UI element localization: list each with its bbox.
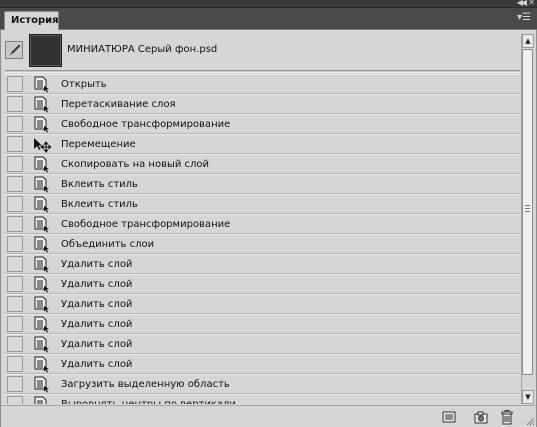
grip-line xyxy=(525,208,530,209)
history-source-checkbox[interactable] xyxy=(7,156,23,172)
history-state-row[interactable]: Загрузить выделенную область xyxy=(5,374,520,394)
scroll-down-button[interactable]: ▼ xyxy=(522,390,534,404)
history-source-checkbox[interactable] xyxy=(7,376,23,392)
history-source-checkbox[interactable] xyxy=(7,256,23,272)
history-state-icon xyxy=(33,396,51,404)
history-source-checkbox[interactable] xyxy=(7,236,23,252)
history-state-icon xyxy=(33,216,51,233)
history-state-icon xyxy=(33,236,51,253)
scrollbar[interactable]: ▲ ▼ xyxy=(521,34,534,404)
scroll-up-button[interactable]: ▲ xyxy=(522,34,534,48)
history-state-label: Свободное трансформирование xyxy=(61,119,231,130)
history-state-label: Удалить слой xyxy=(61,359,133,370)
history-state-row[interactable]: Свободное трансформирование xyxy=(5,214,520,234)
history-state-label: Удалить слой xyxy=(61,299,133,310)
history-state-list: Открыть Перетаскивание слоя Свободное тран… xyxy=(5,74,520,404)
history-source-checkbox[interactable] xyxy=(7,296,23,312)
new-snapshot-button[interactable] xyxy=(473,409,489,425)
history-source-checkbox[interactable] xyxy=(7,96,23,112)
grip-line xyxy=(525,211,530,212)
history-source-checkbox[interactable] xyxy=(7,196,23,212)
history-state-row[interactable]: Удалить слой xyxy=(5,294,520,314)
history-state-icon xyxy=(33,196,51,213)
resize-grip-icon[interactable] xyxy=(525,416,535,426)
history-state-label: Перемещение xyxy=(61,139,136,150)
history-state-icon xyxy=(33,336,51,353)
history-source-checkbox[interactable] xyxy=(7,396,23,404)
snapshot-name: МИНИАТЮРА Серый фон.psd xyxy=(67,44,218,55)
snapshot-row[interactable]: МИНИАТЮРА Серый фон.psd xyxy=(5,33,520,67)
history-state-label: Загрузить выделенную область xyxy=(61,379,230,390)
history-state-label: Скопировать на новый слой xyxy=(61,159,210,170)
delete-state-button[interactable] xyxy=(499,409,515,425)
history-state-row[interactable]: Удалить слой xyxy=(5,314,520,334)
move-tool-icon xyxy=(33,136,52,153)
history-state-icon xyxy=(33,296,51,313)
history-state-icon xyxy=(33,256,51,273)
history-panel: МИНИАТЮРА Серый фон.psd Открыть Перетаски… xyxy=(0,30,537,427)
history-state-icon xyxy=(33,116,51,133)
panel-tab-strip: История ▾☰ xyxy=(0,8,537,31)
history-source-checkbox[interactable] xyxy=(7,276,23,292)
panel-footer xyxy=(1,405,536,427)
snapshot-thumbnail[interactable] xyxy=(29,34,62,67)
history-state-label: Выровнять центры по вертикали xyxy=(61,399,236,404)
history-state-icon xyxy=(33,316,51,333)
history-source-checkbox[interactable] xyxy=(7,216,23,232)
history-source-checkbox[interactable] xyxy=(7,76,23,92)
history-state-label: Удалить слой xyxy=(61,259,133,270)
snapshot-separator xyxy=(5,70,520,73)
history-source-checkbox[interactable] xyxy=(7,316,23,332)
scroll-thumb[interactable] xyxy=(522,49,533,375)
history-state-icon xyxy=(33,156,51,173)
grip-line xyxy=(525,205,530,206)
history-source-checkbox[interactable] xyxy=(7,136,23,152)
trash-icon xyxy=(501,410,513,425)
history-state-row[interactable]: Удалить слой xyxy=(5,254,520,274)
history-state-icon xyxy=(33,96,51,113)
history-state-label: Вклеить стиль xyxy=(61,179,138,190)
history-state-row[interactable]: Удалить слой xyxy=(5,354,520,374)
history-state-label: Вклеить стиль xyxy=(61,199,138,210)
history-state-row[interactable]: Вклеить стиль xyxy=(5,194,520,214)
close-icon[interactable]: ✕ xyxy=(528,0,535,8)
collapse-icon[interactable]: ◀◀ xyxy=(517,0,527,8)
history-state-row[interactable]: Вклеить стиль xyxy=(5,174,520,194)
history-state-icon xyxy=(33,176,51,193)
camera-icon xyxy=(474,411,488,424)
history-state-row[interactable]: Удалить слой xyxy=(5,274,520,294)
history-state-label: Открыть xyxy=(61,79,107,90)
history-state-icon xyxy=(33,76,51,93)
history-source-checkbox[interactable] xyxy=(7,336,23,352)
history-state-icon xyxy=(33,276,51,293)
history-state-label: Объединить слои xyxy=(61,239,155,250)
brush-icon[interactable] xyxy=(5,41,23,59)
history-state-row[interactable]: Удалить слой xyxy=(5,334,520,354)
history-source-checkbox[interactable] xyxy=(7,356,23,372)
history-source-checkbox[interactable] xyxy=(7,176,23,192)
history-state-icon xyxy=(33,356,51,373)
history-state-icon xyxy=(33,376,51,393)
history-state-row[interactable]: Перемещение xyxy=(5,134,520,154)
history-state-row[interactable]: Скопировать на новый слой xyxy=(5,154,520,174)
history-state-label: Удалить слой xyxy=(61,319,133,330)
history-state-row[interactable]: Перетаскивание слоя xyxy=(5,94,520,114)
history-state-label: Удалить слой xyxy=(61,339,133,350)
new-document-icon xyxy=(442,411,456,423)
new-document-from-state-button[interactable] xyxy=(441,409,457,425)
panel-titlebar: ◀◀ ✕ xyxy=(0,0,537,8)
history-state-label: Перетаскивание слоя xyxy=(61,99,176,110)
history-state-row[interactable]: Открыть xyxy=(5,74,520,94)
tab-history[interactable]: История xyxy=(4,11,59,31)
history-state-row[interactable]: Выровнять центры по вертикали xyxy=(5,394,520,404)
panel-menu-icon[interactable]: ▾☰ xyxy=(517,13,531,23)
history-source-checkbox[interactable] xyxy=(7,116,23,132)
history-state-label: Свободное трансформирование xyxy=(61,219,231,230)
history-state-label: Удалить слой xyxy=(61,279,133,290)
history-state-row[interactable]: Объединить слои xyxy=(5,234,520,254)
history-state-row[interactable]: Свободное трансформирование xyxy=(5,114,520,134)
